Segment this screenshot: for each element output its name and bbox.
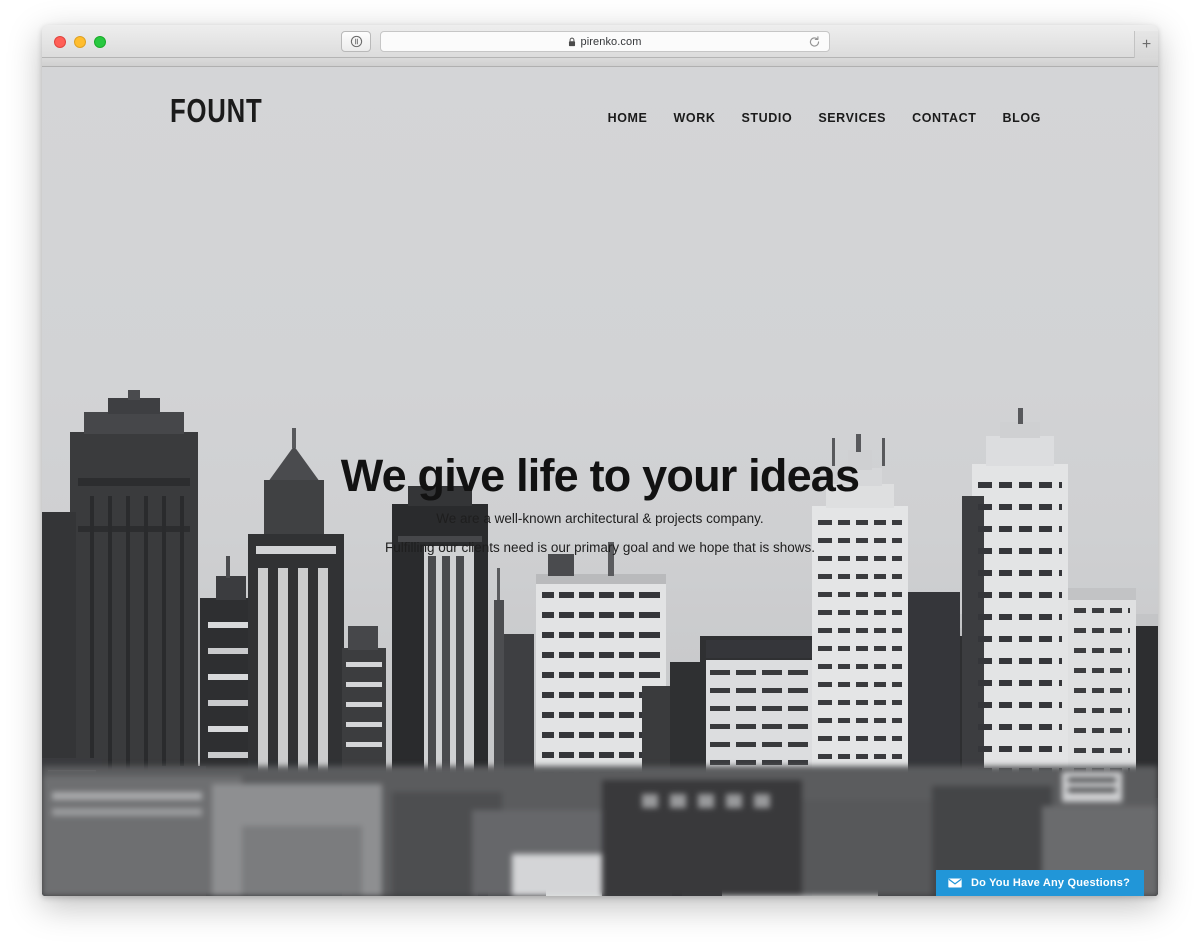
page-viewport: FOUNT HOME WORK STUDIO SERVICES CONTACT … [42, 67, 1158, 896]
questions-cta-label: Do You Have Any Questions? [970, 877, 1130, 889]
lock-icon [569, 37, 576, 46]
questions-cta-button[interactable]: Do You Have Any Questions? [935, 870, 1144, 896]
address-bar[interactable]: pirenko.com [380, 31, 830, 52]
maximize-window-button[interactable] [94, 36, 106, 48]
site-header: FOUNT HOME WORK STUDIO SERVICES CONTACT … [42, 67, 1158, 165]
nav-item-services[interactable]: SERVICES [805, 107, 899, 129]
nav-item-studio[interactable]: STUDIO [728, 107, 805, 129]
minimize-window-button[interactable] [74, 36, 86, 48]
screenshot-root: pirenko.com + FOUNT HOME WORK STUDIO SER… [0, 0, 1200, 951]
shield-glyph [350, 35, 362, 48]
shield-icon[interactable] [341, 31, 371, 52]
reload-icon[interactable] [808, 35, 821, 48]
nav-item-contact[interactable]: CONTACT [899, 107, 989, 129]
window-controls [54, 36, 106, 48]
new-tab-button[interactable]: + [1134, 31, 1158, 58]
close-window-button[interactable] [54, 36, 66, 48]
site-logo[interactable]: FOUNT [170, 94, 263, 127]
main-navigation: HOME WORK STUDIO SERVICES CONTACT BLOG [595, 107, 1054, 129]
nav-item-work[interactable]: WORK [661, 107, 729, 129]
nav-item-blog[interactable]: BLOG [989, 107, 1054, 129]
url-display: pirenko.com [568, 36, 641, 48]
envelope-icon [948, 878, 962, 888]
url-text: pirenko.com [580, 35, 642, 48]
nav-item-home[interactable]: HOME [595, 107, 661, 129]
browser-tabstrip [42, 58, 1158, 67]
browser-titlebar: pirenko.com + [42, 25, 1158, 58]
browser-window: pirenko.com + FOUNT HOME WORK STUDIO SER… [42, 25, 1158, 896]
